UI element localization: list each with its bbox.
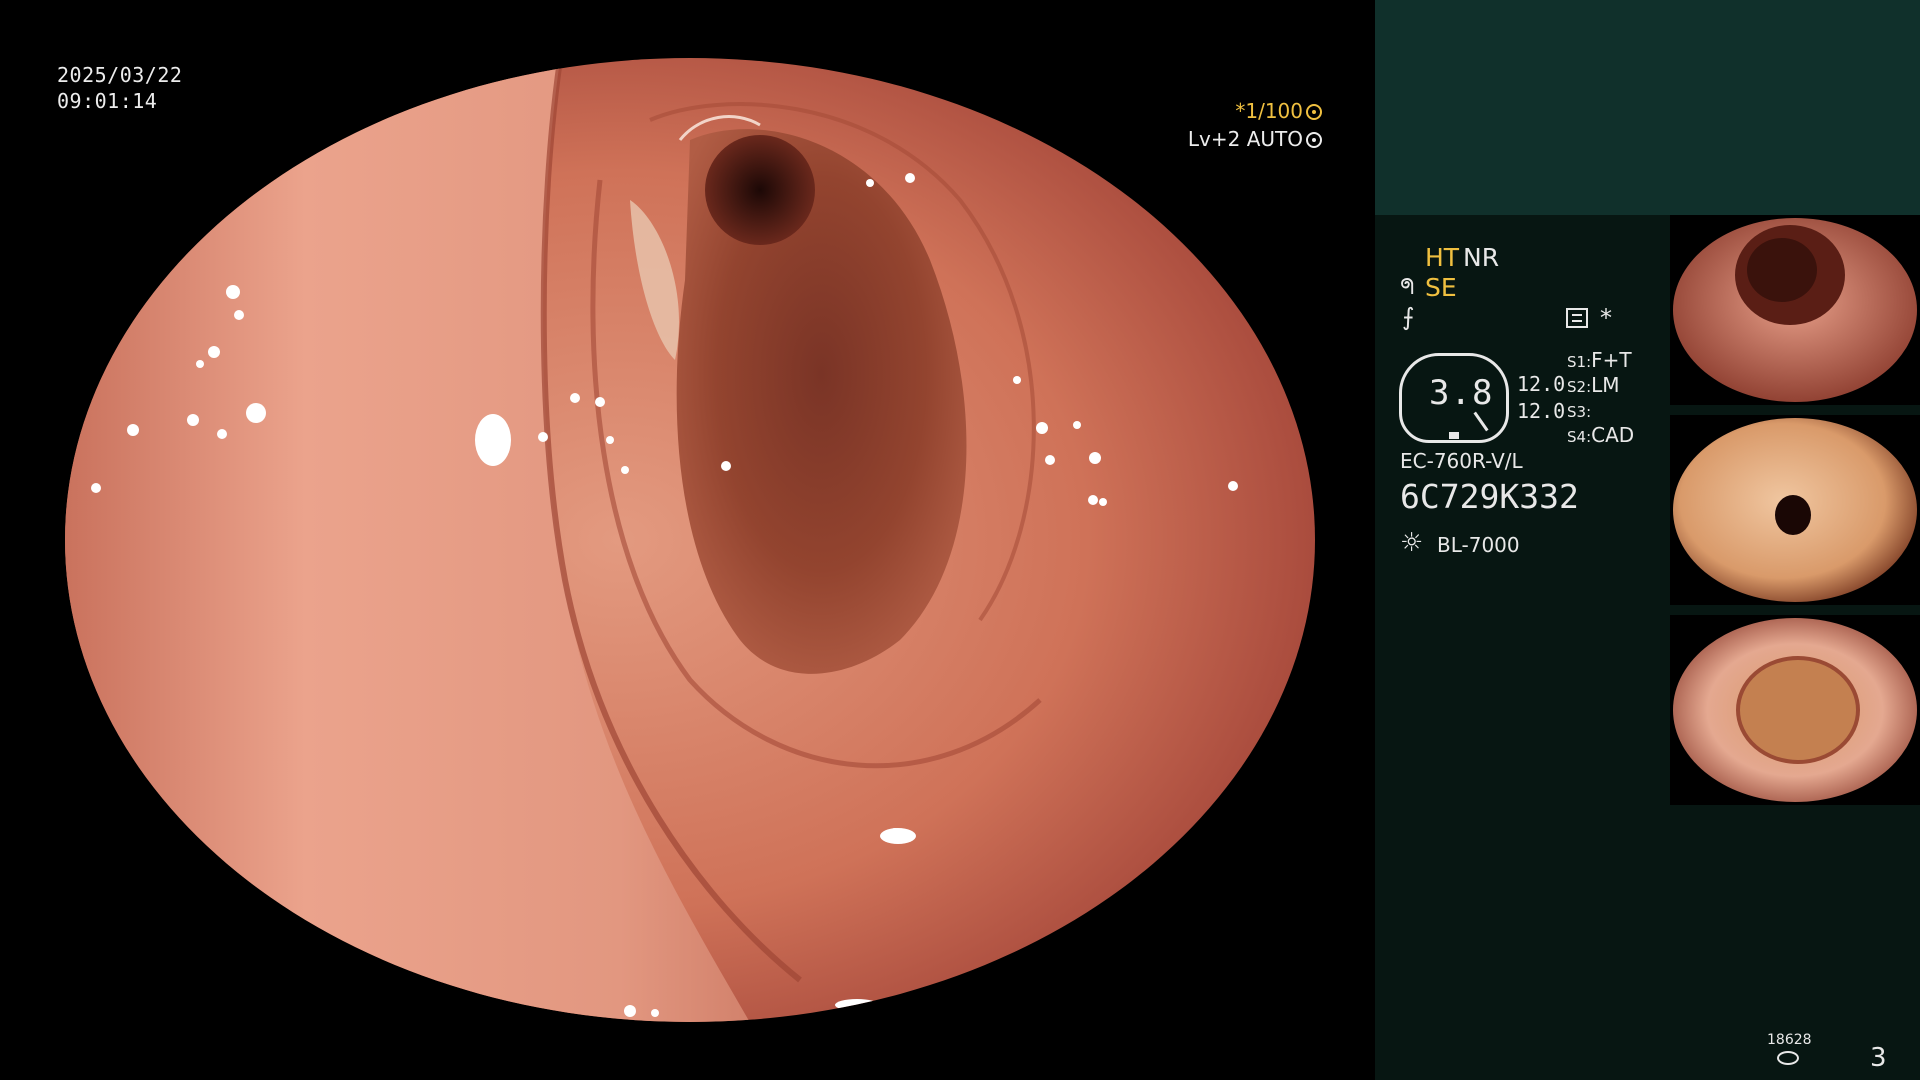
light-source-model: BL-7000: [1437, 533, 1520, 557]
page-number: 3: [1870, 1043, 1887, 1073]
iris-icon: [1306, 132, 1322, 148]
slot-value: LM: [1591, 373, 1620, 397]
sun-icon: ☼: [1400, 528, 1424, 558]
scope-model: EC-760R-V/L: [1400, 449, 1523, 473]
mode-ht: HT: [1425, 243, 1460, 272]
thumbnail-image: [1673, 618, 1917, 802]
endoscope-live-view: 2025/03/22 09:01:14 *1/100 Lv+2 AUTO: [0, 0, 1375, 1080]
image-counter: 18628: [1767, 1032, 1812, 1048]
captured-image-thumbnail-1[interactable]: [1670, 215, 1920, 405]
switch-slot-1: S1:F+T: [1567, 348, 1632, 372]
slot-key: S1:: [1567, 353, 1592, 371]
shutter-readout: *1/100: [1235, 99, 1322, 123]
mode-nr: NR: [1463, 243, 1500, 272]
color-enhancement-icon: ⨍: [1402, 303, 1415, 331]
scope-serial-number: 6C729K332: [1400, 477, 1579, 516]
thumbnail-image: [1673, 418, 1917, 602]
setting-value-2: 12.0: [1517, 399, 1566, 423]
endoscopic-image: [65, 58, 1315, 1022]
panel-header-area: [1375, 0, 1920, 215]
slot-value: F+T: [1591, 348, 1632, 372]
captured-image-thumbnail-2[interactable]: [1670, 415, 1920, 605]
brightness-level-readout: Lv+2 AUTO: [1188, 127, 1322, 151]
slot-key: S3:: [1567, 403, 1592, 421]
level-value: Lv+2 AUTO: [1187, 127, 1303, 151]
structure-enhancement-icon: ᖗ: [1400, 275, 1415, 300]
exam-time: 09:01:14: [57, 89, 158, 113]
slot-value: CAD: [1591, 423, 1635, 447]
switch-slot-4: S4:CAD: [1567, 423, 1634, 447]
zoom-position-mark: [1449, 432, 1459, 439]
slot-key: S2:: [1567, 378, 1592, 396]
storage-icon: [1777, 1051, 1799, 1065]
setting-value-1: 12.0: [1517, 372, 1566, 396]
switch-slot-3: S3:: [1567, 398, 1591, 422]
captured-image-thumbnail-3[interactable]: [1670, 615, 1920, 805]
exam-date: 2025/03/22: [57, 63, 183, 87]
slot-key: S4:: [1567, 428, 1592, 446]
switch-slot-2: S2:LM: [1567, 373, 1620, 397]
aperture-icon: [1306, 104, 1322, 120]
shutter-value: *1/100: [1235, 99, 1303, 123]
menu-icon: [1566, 308, 1588, 328]
zoom-value: 3.8: [1429, 373, 1494, 413]
mode-se: SE: [1425, 273, 1457, 302]
star-icon: *: [1600, 304, 1612, 332]
thumbnail-image: [1673, 218, 1917, 402]
status-panel: HT NR ᖗ SE ⨍ * 3.8 12.0 12.0 S1:F+T S2:L…: [1375, 0, 1920, 1080]
